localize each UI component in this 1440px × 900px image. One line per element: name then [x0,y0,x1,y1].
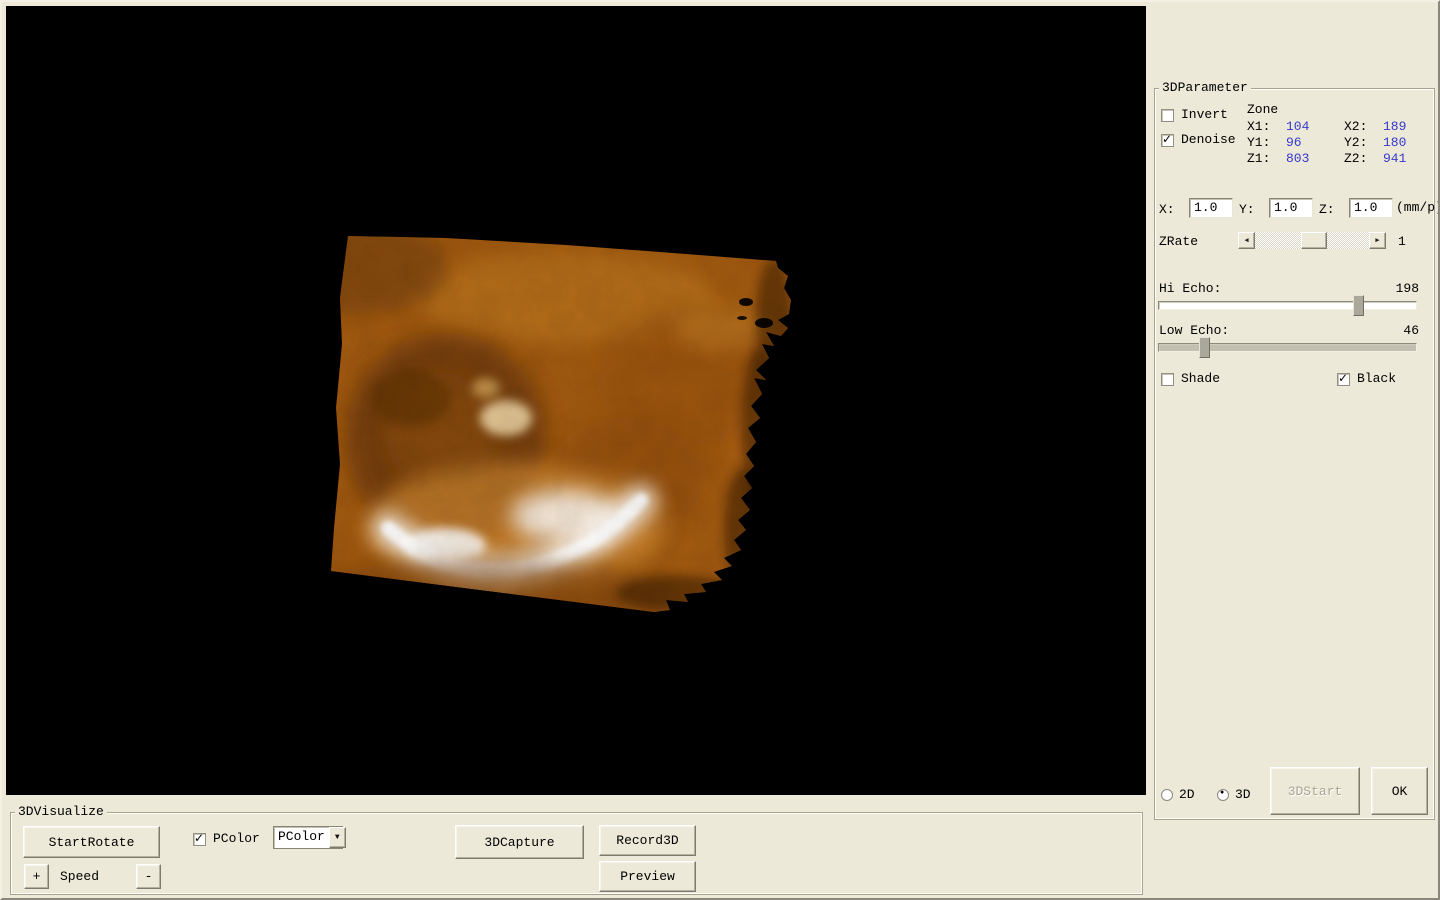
black-checkbox[interactable]: ✓ [1337,370,1350,386]
zrate-track[interactable] [1255,232,1369,249]
z-scale-input[interactable]: 1.0 [1349,198,1393,218]
parameter-group-title: 3DParameter [1159,81,1251,95]
x-scale-label: X: [1159,202,1175,217]
visualize-group-title: 3DVisualize [15,805,107,819]
start-rotate-button[interactable]: StartRotate [23,826,160,858]
check-icon: ✓ [194,830,205,845]
scroll-right-icon: ▶ [1375,237,1380,245]
hi-echo-thumb[interactable] [1353,295,1365,316]
scroll-left-icon: ◀ [1244,237,1249,245]
black-label: Black [1357,371,1397,386]
shade-label: Shade [1181,371,1221,386]
denoise-checkbox-row[interactable]: ✓ Denoise [1161,131,1236,147]
mode-2d-label: 2D [1179,787,1195,802]
zone-value: 941 [1383,151,1407,166]
dropdown-arrow-button[interactable]: ▼ [328,827,346,848]
shade-checkbox[interactable]: ✓ [1161,372,1174,386]
start-3d-button[interactable]: 3DStart [1270,767,1360,815]
pcolor-checkbox-row[interactable]: ✓ PColor [193,830,260,846]
pcolor-checkbox[interactable]: ✓ [193,830,206,846]
mode-2d-radio-row[interactable]: ● 2D [1161,788,1195,802]
record-3d-button[interactable]: Record3D [599,825,696,856]
mode-3d-radio[interactable]: ● [1217,789,1229,801]
zone-label: Y1: [1247,135,1271,150]
pcolor-dropdown-value: PColor [278,829,325,844]
zone-grid: X1: 104 X2: 189 Y1: 96 Y2: 180 Z1: 803 Z… [1247,119,1438,167]
zone-label: X1: [1247,119,1271,134]
y-scale-label: Y: [1239,202,1255,217]
zone-label: Z1: [1247,151,1271,166]
zone-value: 96 [1286,135,1302,150]
low-echo-slider[interactable] [1158,337,1417,358]
render-viewport[interactable] [6,6,1146,795]
zrate-label: ZRate [1159,234,1199,249]
mode-3d-label: 3D [1235,787,1251,802]
zone-title: Zone [1247,102,1279,117]
shade-checkbox-row[interactable]: ✓ Shade [1161,372,1220,386]
scroll-left-button[interactable]: ◀ [1238,232,1255,249]
parameter-groupbox: 3DParameter ✓ Invert ✓ Denoise Zone X1: … [1154,81,1438,820]
hi-echo-value: 198 [1395,281,1419,296]
hi-echo-label: Hi Echo: [1159,281,1222,296]
x-scale-input[interactable]: 1.0 [1189,198,1233,218]
mode-3d-radio-row[interactable]: ● 3D [1217,788,1251,802]
z-scale-label: Z: [1319,202,1335,217]
preview-button[interactable]: Preview [599,861,696,892]
invert-label: Invert [1181,107,1228,122]
chevron-down-icon: ▼ [334,833,340,842]
ultrasound-volume[interactable] [326,228,796,620]
zone-value: 180 [1383,135,1407,150]
zrate-thumb[interactable] [1300,232,1327,249]
zrate-scrollbar[interactable]: ◀ ▶ [1238,232,1386,249]
speed-label: Speed [60,869,100,884]
low-echo-label: Low Echo: [1159,323,1230,338]
mode-2d-radio[interactable]: ● [1161,789,1173,801]
visualize-groupbox: 3DVisualize StartRotate ✓ PColor PColor … [10,805,1143,895]
low-echo-track[interactable] [1158,343,1417,352]
scroll-right-button[interactable]: ▶ [1369,232,1386,249]
zone-value: 189 [1383,119,1407,134]
scale-unit-label: (mm/p) [1396,200,1440,215]
speed-plus-button[interactable]: + [24,864,49,889]
pcolor-dropdown[interactable]: PColor ▼ [273,826,346,849]
capture-3d-button[interactable]: 3DCapture [455,825,584,859]
check-icon: ✓ [1162,131,1173,146]
ok-button[interactable]: OK [1371,767,1428,815]
check-icon: ✓ [1338,370,1349,385]
zone-value: 104 [1286,119,1310,134]
low-echo-value: 46 [1403,323,1419,338]
zone-value: 803 [1286,151,1310,166]
denoise-label: Denoise [1181,132,1236,147]
app-window: 3DParameter ✓ Invert ✓ Denoise Zone X1: … [0,0,1440,900]
y-scale-input[interactable]: 1.0 [1269,198,1313,218]
pcolor-label: PColor [213,831,260,846]
denoise-checkbox[interactable]: ✓ [1161,131,1174,147]
zone-label: X2: [1344,119,1368,134]
invert-checkbox[interactable]: ✓ [1161,108,1174,122]
hi-echo-track[interactable] [1158,301,1417,310]
zone-label: Y2: [1344,135,1368,150]
hi-echo-slider[interactable] [1158,295,1417,316]
low-echo-thumb[interactable] [1198,337,1210,358]
zone-label: Z2: [1344,151,1368,166]
radio-dot-icon: ● [1220,788,1225,797]
zrate-value: 1 [1398,234,1406,249]
invert-checkbox-row[interactable]: ✓ Invert [1161,108,1228,122]
speed-minus-button[interactable]: - [136,864,161,889]
black-checkbox-row[interactable]: ✓ Black [1337,370,1397,386]
